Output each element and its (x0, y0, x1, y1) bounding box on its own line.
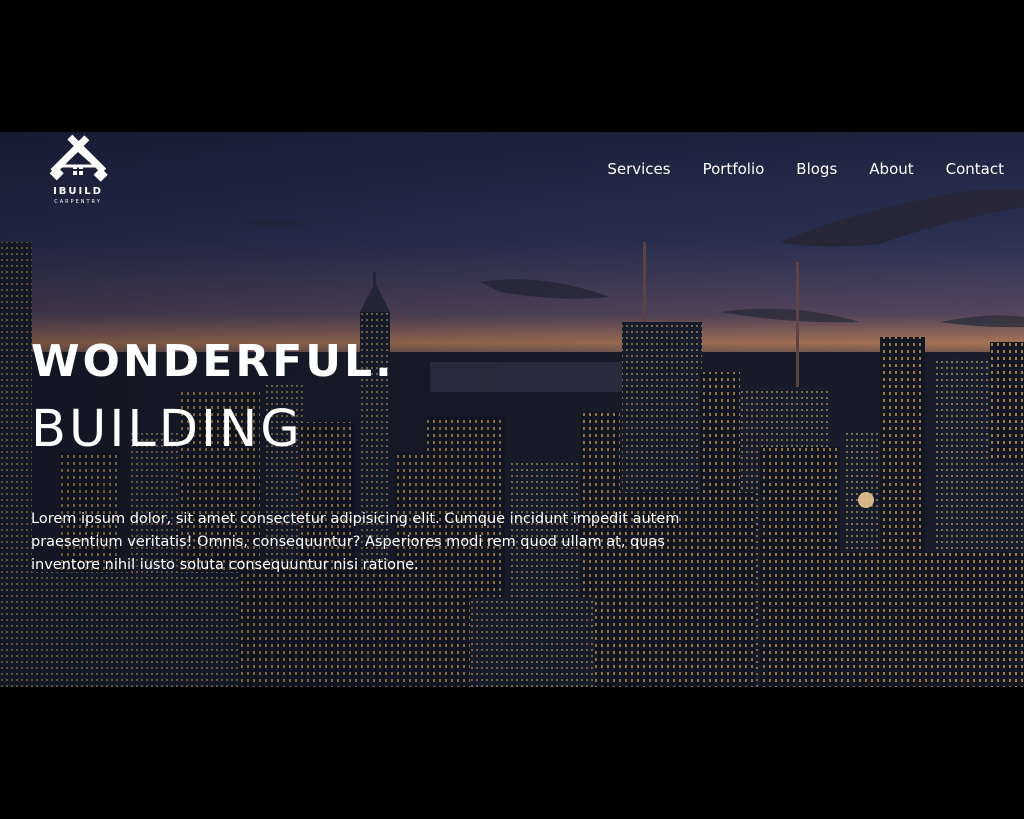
hero-headline-line2: BUILDING (31, 400, 303, 459)
nav-link-about[interactable]: About (869, 160, 913, 178)
crossed-saws-house-icon (49, 134, 108, 182)
main-nav: Services Portfolio Blogs About Contact (575, 160, 1004, 178)
nav-link-contact[interactable]: Contact (946, 160, 1004, 178)
hero-section: IBUILD CARPENTRY Services Portfolio Blog… (0, 132, 1024, 687)
logo-brand: IBUILD (53, 186, 103, 197)
letterbox-bottom (0, 687, 1024, 819)
hero-headline-line1: WONDERFUL. (31, 336, 395, 387)
nav-link-blogs[interactable]: Blogs (796, 160, 837, 178)
nav-link-services[interactable]: Services (607, 160, 670, 178)
site-logo[interactable]: IBUILD CARPENTRY (44, 132, 112, 212)
hero-description: Lorem ipsum dolor, sit amet consectetur … (31, 511, 680, 573)
logo-tagline: CARPENTRY (54, 199, 102, 205)
nav-link-portfolio[interactable]: Portfolio (703, 160, 765, 178)
letterbox-top (0, 0, 1024, 132)
